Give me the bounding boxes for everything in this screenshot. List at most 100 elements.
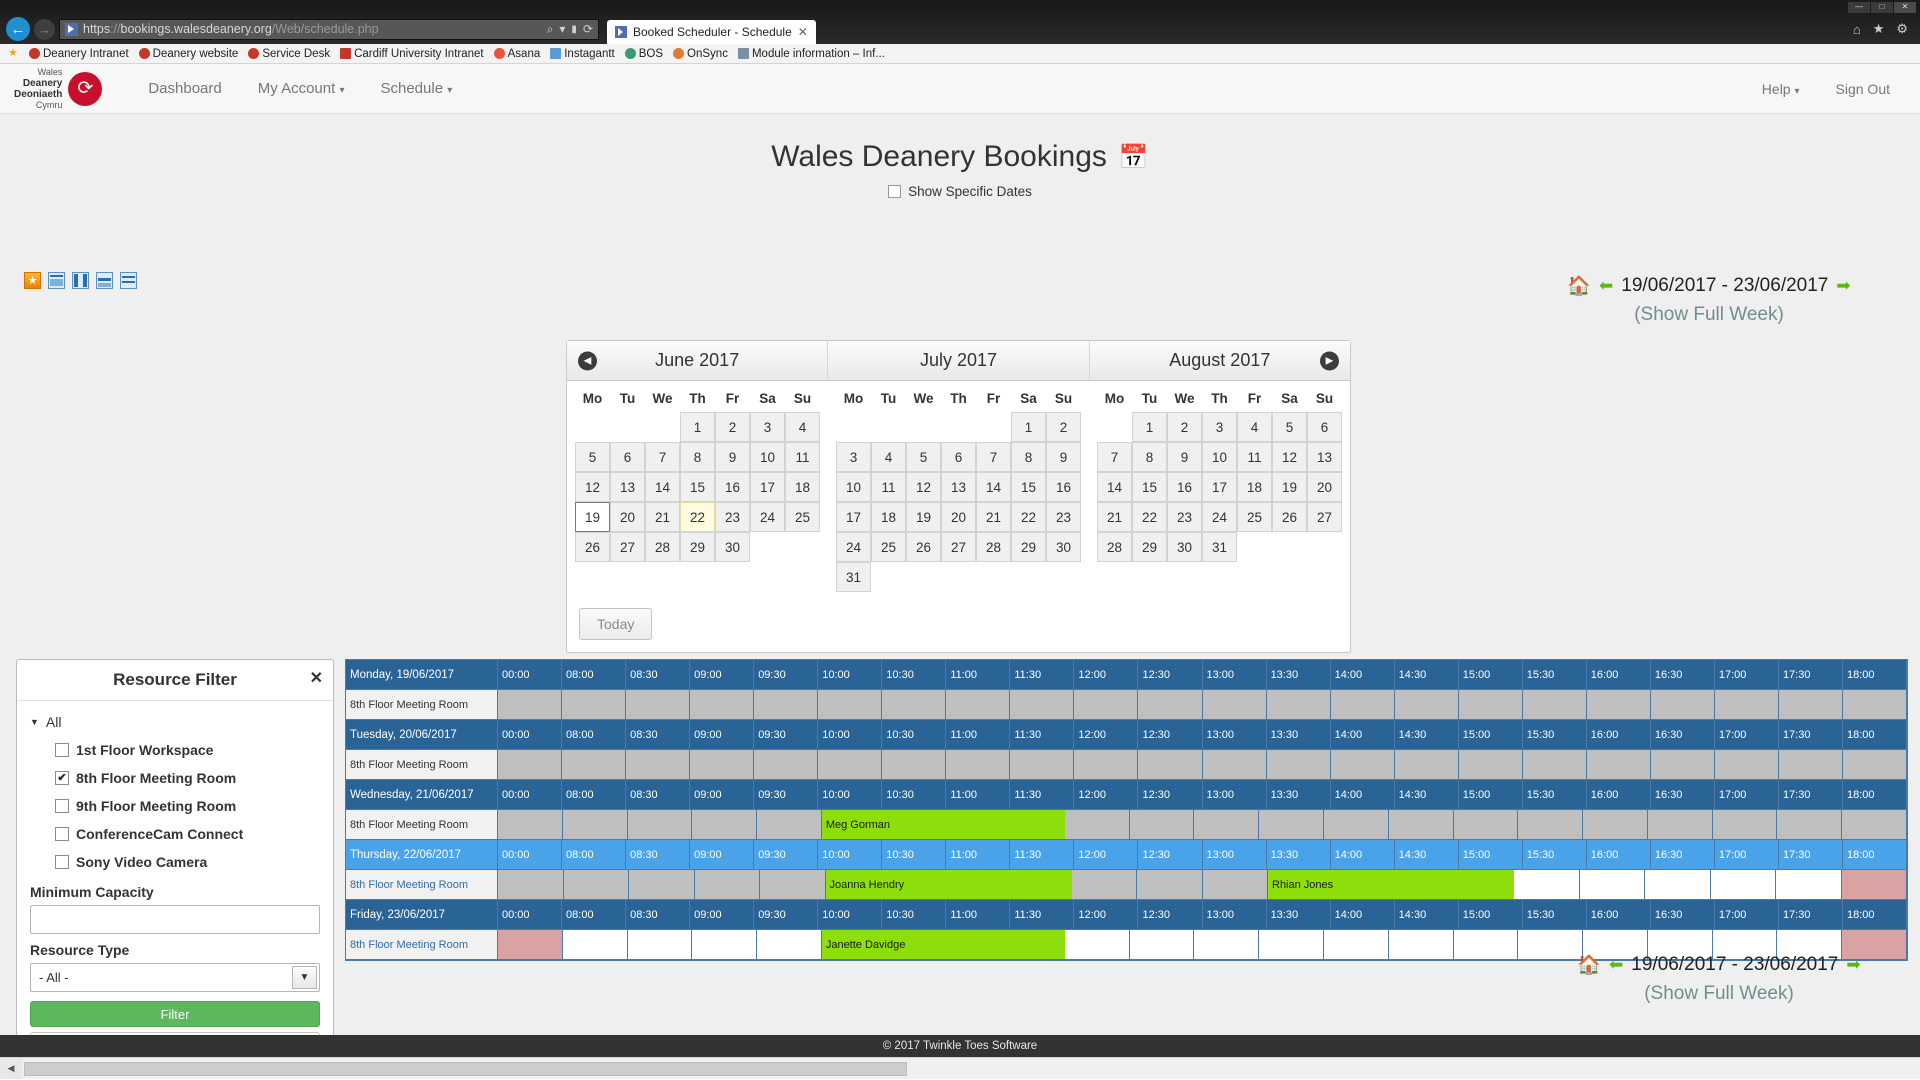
calendar-day[interactable]: 27 [1307, 502, 1342, 532]
resource-filter-all-row[interactable]: ▼ All [30, 711, 320, 736]
calendar-day[interactable]: 12 [1272, 442, 1307, 472]
resource-checkbox[interactable] [55, 855, 69, 869]
schedule-past-slot[interactable] [690, 690, 755, 720]
calendar-icon[interactable]: 📅 [1119, 143, 1149, 172]
schedule-past-slot[interactable] [562, 750, 627, 780]
bookmark-star-icon[interactable]: ★ [8, 48, 19, 59]
calendar-day[interactable]: 23 [1167, 502, 1202, 532]
schedule-open-slot[interactable] [1129, 930, 1195, 960]
calendar-day[interactable]: 6 [1307, 412, 1342, 442]
calendar-day[interactable]: 10 [836, 472, 871, 502]
schedule-past-slot[interactable] [1388, 810, 1454, 840]
schedule-past-slot[interactable] [1778, 750, 1843, 780]
nav-item-sign-out[interactable]: Sign Out [1820, 73, 1906, 105]
calendar-day[interactable]: 1 [1011, 412, 1046, 442]
calendar-day[interactable]: 25 [785, 502, 820, 532]
schedule-past-slot[interactable] [1138, 690, 1203, 720]
calendar-day[interactable]: 3 [750, 412, 785, 442]
calendar-day[interactable]: 30 [1167, 532, 1202, 562]
calendar-day[interactable]: 30 [715, 532, 750, 562]
calendar-day[interactable]: 21 [976, 502, 1011, 532]
schedule-day-label[interactable]: Tuesday, 20/06/2017 [346, 720, 498, 750]
calendar-day[interactable]: 19 [575, 502, 610, 532]
calendar-day[interactable]: 28 [645, 532, 680, 562]
calendar-day[interactable]: 24 [836, 532, 871, 562]
schedule-past-slot[interactable] [1586, 690, 1651, 720]
resource-checkbox[interactable]: ✔ [55, 771, 69, 785]
schedule-reservation[interactable]: Meg Gorman [821, 810, 1065, 840]
show-full-week-link[interactable]: (Show Full Week) [1554, 983, 1884, 1005]
address-bar[interactable]: https://bookings.walesdeanery.org/Web/sc… [59, 18, 599, 40]
calendar-day[interactable]: 9 [1046, 442, 1081, 472]
resource-filter-item[interactable]: ✔ 8th Floor Meeting Room [30, 764, 320, 792]
schedule-past-slot[interactable] [1842, 810, 1907, 840]
schedule-open-slot[interactable] [1514, 870, 1580, 900]
calendar-day[interactable]: 30 [1046, 532, 1081, 562]
schedule-open-slot[interactable] [1710, 870, 1776, 900]
favorite-star-icon[interactable]: ★ [24, 272, 41, 289]
schedule-past-slot[interactable] [627, 810, 693, 840]
schedule-open-slot[interactable] [1388, 930, 1454, 960]
bookmark-item[interactable]: Cardiff University Intranet [340, 48, 484, 60]
refresh-icon[interactable]: ⟳ [583, 22, 593, 36]
bookmark-item[interactable]: Asana [493, 48, 540, 60]
calendar-day[interactable]: 13 [941, 472, 976, 502]
calendar-day[interactable]: 13 [610, 472, 645, 502]
schedule-past-slot[interactable] [1071, 870, 1137, 900]
schedule-past-slot[interactable] [1266, 750, 1331, 780]
bookmark-item[interactable]: BOS [624, 48, 663, 60]
calendar-day[interactable]: 7 [1097, 442, 1132, 472]
browser-home-icon[interactable]: ⌂ [1853, 22, 1861, 37]
calendar-day[interactable]: 5 [1272, 412, 1307, 442]
window-close-button[interactable]: ✕ [1894, 1, 1916, 13]
schedule-resource-label[interactable]: 8th Floor Meeting Room [346, 870, 498, 900]
schedule-past-slot[interactable] [1202, 750, 1267, 780]
calendar-day[interactable]: 11 [785, 442, 820, 472]
schedule-past-slot[interactable] [754, 690, 819, 720]
bookmark-item[interactable]: Service Desk [248, 48, 330, 60]
horizontal-scrollbar[interactable]: ◀ [0, 1057, 1920, 1079]
browser-back-button[interactable]: ← [6, 17, 30, 41]
calendar-day[interactable]: 17 [1202, 472, 1237, 502]
schedule-past-slot[interactable] [692, 810, 758, 840]
calendar-day[interactable]: 3 [1202, 412, 1237, 442]
resource-checkbox[interactable] [55, 799, 69, 813]
calendar-day[interactable]: 28 [1097, 532, 1132, 562]
schedule-past-slot[interactable] [1453, 810, 1519, 840]
calendar-day[interactable]: 12 [906, 472, 941, 502]
resource-filter-item[interactable]: ConferenceCam Connect [30, 820, 320, 848]
calendar-day[interactable]: 12 [575, 472, 610, 502]
calendar-day[interactable]: 7 [976, 442, 1011, 472]
schedule-past-slot[interactable] [562, 690, 627, 720]
schedule-past-slot[interactable] [626, 690, 691, 720]
resource-checkbox[interactable] [55, 743, 69, 757]
schedule-past-slot[interactable] [1586, 750, 1651, 780]
schedule-open-slot[interactable] [1259, 930, 1324, 960]
schedule-past-slot[interactable] [498, 690, 563, 720]
schedule-open-slot[interactable] [1323, 930, 1389, 960]
schedule-past-slot[interactable] [1010, 690, 1075, 720]
next-week-arrow-icon[interactable]: ➡ [1846, 955, 1860, 975]
calendar-day[interactable]: 6 [610, 442, 645, 472]
browser-settings-icon[interactable]: ⚙ [1896, 21, 1908, 37]
schedule-past-slot[interactable] [760, 870, 826, 900]
schedule-past-slot[interactable] [629, 870, 695, 900]
schedule-past-slot[interactable] [1074, 690, 1139, 720]
calendar-day[interactable]: 19 [906, 502, 941, 532]
schedule-past-slot[interactable] [1394, 690, 1459, 720]
chevron-down-icon[interactable]: ▾ [559, 22, 565, 36]
schedule-past-slot[interactable] [882, 690, 947, 720]
schedule-past-slot[interactable] [1330, 750, 1395, 780]
schedule-past-slot[interactable] [694, 870, 760, 900]
calendar-day[interactable]: 21 [1097, 502, 1132, 532]
calendar-day[interactable]: 10 [1202, 442, 1237, 472]
calendar-day[interactable]: 22 [1011, 502, 1046, 532]
schedule-past-slot[interactable] [818, 690, 883, 720]
schedule-past-slot[interactable] [1777, 810, 1843, 840]
schedule-past-slot[interactable] [882, 750, 947, 780]
search-icon[interactable]: ⌕ [547, 22, 554, 37]
resource-filter-item[interactable]: 9th Floor Meeting Room [30, 792, 320, 820]
schedule-day-label[interactable]: Monday, 19/06/2017 [346, 660, 498, 690]
schedule-past-slot[interactable] [1518, 810, 1584, 840]
minimum-capacity-input[interactable] [30, 905, 320, 934]
